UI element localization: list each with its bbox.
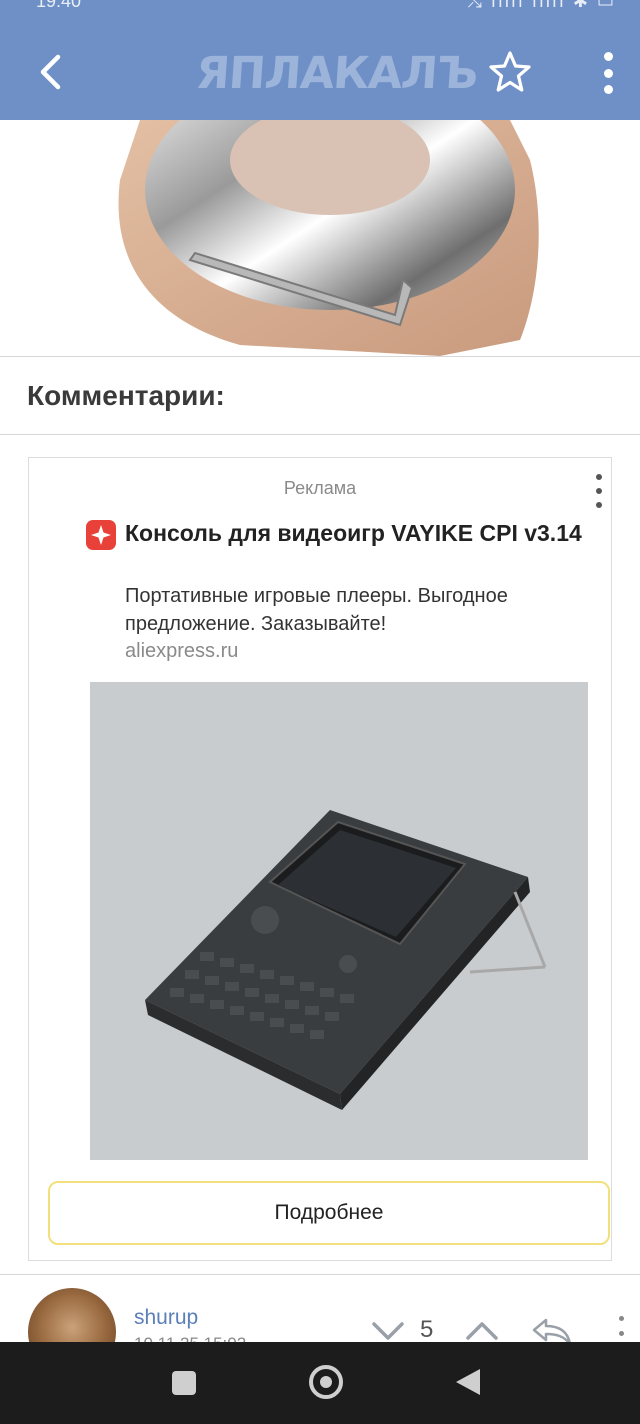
- comment-score: 5: [420, 1316, 434, 1343]
- comment-menu-button[interactable]: [617, 1316, 625, 1344]
- vote-up-button[interactable]: [464, 1318, 500, 1342]
- app-header: ЯПЛАКАЛЪ: [0, 20, 640, 120]
- chevron-left-icon: [40, 54, 61, 90]
- ad-product-image[interactable]: [90, 682, 588, 1160]
- kebab-menu-icon: [618, 1316, 624, 1321]
- ad-domain[interactable]: aliexpress.ru: [125, 640, 238, 663]
- aliexpress-icon: [86, 520, 116, 550]
- comment-item: shurup 10.11.25 15:02 5: [0, 1276, 640, 1344]
- ad-label: Реклама: [283, 478, 357, 498]
- comments-heading: Комментарии:: [27, 380, 225, 411]
- avatar[interactable]: [28, 1288, 116, 1344]
- ad-more-button[interactable]: Подробнее: [48, 1181, 610, 1245]
- favorite-button[interactable]: [486, 48, 534, 96]
- status-indicators: ⤯ ıılıı ıılıı ✱ ▭: [467, 0, 616, 11]
- ad-title[interactable]: Консоль для видеоигр VAYIKE CPI v3.14: [125, 518, 585, 549]
- ad-description: Портативные игровые плееры. Выгодное пре…: [125, 585, 508, 635]
- kebab-menu-icon: [603, 52, 613, 61]
- post-image[interactable]: [0, 120, 640, 356]
- comment-username[interactable]: shurup: [134, 1306, 198, 1330]
- overflow-menu-button[interactable]: [594, 48, 622, 98]
- recents-button[interactable]: [172, 1371, 196, 1395]
- system-navigation-bar: [0, 1342, 640, 1424]
- status-bar: 19:40 ⤯ ıılıı ıılıı ✱ ▭: [0, 0, 640, 20]
- home-button[interactable]: [309, 1365, 343, 1399]
- handheld-console-photo: [90, 682, 588, 1160]
- ad-card[interactable]: Реклама Консоль для видеоигр VAYIKE CPI …: [28, 457, 612, 1261]
- star-outline-icon: [489, 51, 531, 92]
- back-triangle-button[interactable]: [456, 1369, 480, 1395]
- steel-ring-photo: [118, 120, 539, 356]
- reply-icon[interactable]: [530, 1316, 574, 1344]
- divider: [0, 356, 640, 357]
- divider: [0, 434, 640, 435]
- ad-menu-button[interactable]: [593, 474, 605, 508]
- site-logo[interactable]: ЯПЛАКАЛЪ: [194, 48, 479, 99]
- back-button[interactable]: [30, 50, 70, 94]
- status-time: 19:40: [36, 0, 82, 11]
- kebab-menu-icon: [596, 474, 602, 480]
- vote-down-button[interactable]: [370, 1318, 406, 1342]
- divider: [0, 1274, 640, 1275]
